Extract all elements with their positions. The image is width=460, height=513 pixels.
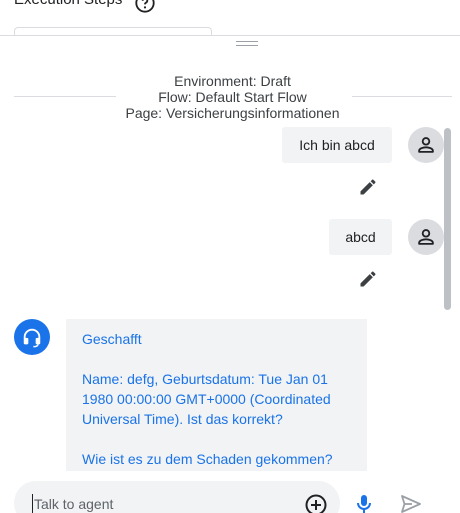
execution-steps-title: Execution Steps [14,0,122,8]
page-label: Page: Versicherungsinformationen [125,105,340,121]
edit-icon [360,271,376,287]
agent-message-bubble: Geschafft Name: defg, Geburtsdatum: Tue … [66,319,367,471]
execution-steps-header: Execution Steps [0,0,460,36]
edit-icon [360,179,376,195]
agent-avatar [14,319,50,355]
agent-message-paragraph: Name: defg, Geburtsdatum: Tue Jan 01 198… [82,371,331,427]
agent-message-paragraph: Wie ist es zu dem Schaden gekommen? [82,451,333,467]
send-icon[interactable] [399,492,423,513]
talk-to-agent-input[interactable] [32,494,292,513]
edit-message-button[interactable] [357,268,379,290]
user-message-text: abcd [345,229,376,245]
help-circle-icon[interactable] [134,0,156,14]
resize-drag-handle[interactable] [236,41,258,47]
add-circle-icon[interactable] [304,493,328,513]
chat-scrollbar-thumb[interactable] [444,128,451,310]
headset-icon [23,328,41,348]
edit-message-button[interactable] [357,176,379,198]
user-avatar [408,219,444,255]
agent-message-paragraph: Geschafft [82,331,142,347]
environment-label: Environment: Draft [174,73,291,89]
section-divider [0,35,460,36]
conversation-context: Environment: Draft Flow: Default Start F… [0,73,460,121]
user-message-bubble: abcd [329,219,392,255]
user-message-text: Ich bin abcd [299,137,375,153]
flow-label: Flow: Default Start Flow [158,89,307,105]
user-message-bubble: Ich bin abcd [282,127,392,163]
microphone-icon[interactable] [352,492,376,513]
chat-input-bar [14,481,340,513]
user-avatar [408,127,444,163]
person-icon [418,137,434,153]
person-icon [418,229,434,245]
